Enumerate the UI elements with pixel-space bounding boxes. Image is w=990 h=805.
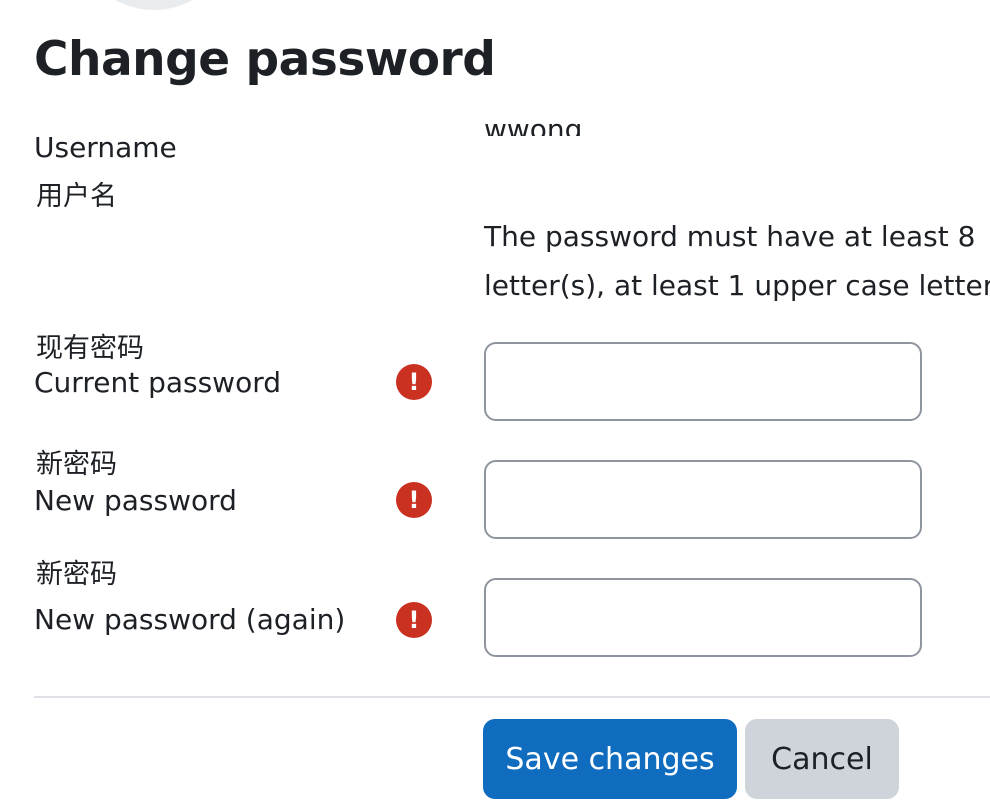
change-password-page: Change password Username 用户名 wwong The p…	[0, 0, 990, 805]
save-changes-button[interactable]: Save changes	[483, 719, 737, 799]
cancel-button[interactable]: Cancel	[745, 719, 899, 799]
new-password-label-cn: 新密码	[36, 449, 117, 480]
avatar	[74, 0, 234, 10]
username-label-cn: 用户名	[36, 181, 117, 212]
current-password-label-cn: 现有密码	[36, 333, 144, 364]
new-password-again-label-cn: 新密码	[36, 559, 117, 590]
password-policy-line1: The password must have at least 8	[484, 220, 976, 253]
current-password-input[interactable]	[484, 342, 922, 421]
divider	[34, 696, 990, 698]
exclamation-circle-icon: !	[396, 364, 432, 400]
page-title: Change password	[34, 32, 496, 87]
new-password-again-input[interactable]	[484, 578, 922, 657]
password-policy-line2: letter(s), at least 1 upper case letter	[484, 269, 990, 302]
new-password-again-label: New password (again)	[34, 603, 346, 636]
current-password-label: Current password	[34, 366, 281, 399]
exclamation-circle-icon: !	[396, 602, 432, 638]
username-value-text: wwong	[484, 113, 583, 136]
password-policy: The password must have at least 8 letter…	[484, 212, 990, 310]
new-password-label: New password	[34, 484, 237, 517]
new-password-input[interactable]	[484, 460, 922, 539]
exclamation-circle-icon: !	[396, 482, 432, 518]
username-value: wwong	[484, 108, 582, 136]
username-label: Username	[34, 131, 177, 164]
